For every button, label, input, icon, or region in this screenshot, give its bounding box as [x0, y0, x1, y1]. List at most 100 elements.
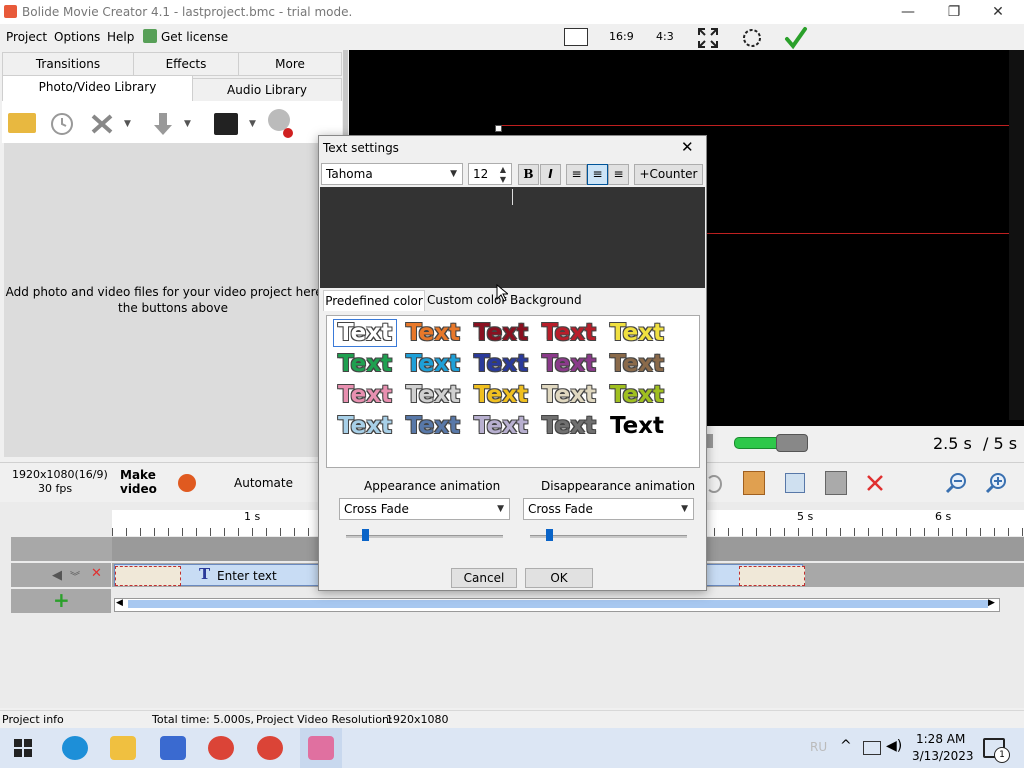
clock-date[interactable]: 3/13/2023 — [912, 749, 974, 763]
aspect-169-button[interactable]: 16:9 — [609, 30, 634, 43]
text-box-handle[interactable] — [495, 125, 502, 132]
color-preset-swatch[interactable]: Text — [469, 350, 533, 378]
cancel-button[interactable]: Cancel — [451, 568, 517, 588]
font-size-stepper[interactable]: 12 ▲ ▼ — [468, 163, 512, 185]
align-center-button[interactable]: ≡ — [587, 164, 608, 185]
movie-creator-taskbar-icon[interactable] — [308, 736, 334, 760]
close-button[interactable]: ✕ — [978, 2, 1018, 22]
color-preset-swatch[interactable]: Text — [469, 319, 533, 347]
aspect-auto-button[interactable] — [564, 28, 588, 46]
delete-x-icon[interactable] — [90, 113, 114, 135]
fullscreen-icon[interactable] — [697, 27, 719, 49]
network-icon[interactable] — [863, 741, 881, 755]
disappearance-select[interactable]: Cross Fade ▼ — [523, 498, 694, 520]
font-family-select[interactable]: Tahoma ▼ — [321, 163, 463, 185]
make-video-line1[interactable]: Make — [120, 468, 156, 482]
clip-fade-out[interactable] — [739, 566, 805, 586]
preview-scrollbar[interactable] — [1009, 50, 1024, 420]
chevron-down-icon[interactable]: ▼ — [184, 119, 191, 129]
aspect-43-button[interactable]: 4:3 — [656, 30, 674, 43]
chrome-profile-icon[interactable] — [257, 736, 283, 760]
clock-icon[interactable] — [50, 112, 74, 136]
minimize-button[interactable]: — — [888, 2, 928, 22]
tab-custom-color[interactable]: Custom color — [427, 293, 506, 307]
color-preset-swatch[interactable]: Text — [537, 381, 601, 409]
text-input-area[interactable] — [320, 187, 705, 288]
italic-button[interactable]: I — [540, 164, 561, 185]
mute-icon[interactable]: ◀ — [52, 568, 62, 583]
open-folder-icon[interactable] — [8, 113, 36, 133]
film-icon[interactable] — [214, 113, 238, 135]
color-preset-swatch[interactable]: Text — [469, 381, 533, 409]
volume-icon[interactable]: ◀) — [886, 738, 902, 754]
appearance-speed-track[interactable] — [346, 535, 503, 538]
tab-audio-library[interactable]: Audio Library — [192, 78, 342, 102]
clipboard-icon[interactable] — [825, 471, 847, 495]
media-library-panel[interactable]: Add photo and video files for your video… — [4, 143, 342, 457]
record-button-icon[interactable] — [178, 474, 196, 492]
color-preset-swatch[interactable]: Text — [401, 319, 465, 347]
color-preset-swatch[interactable]: Text — [469, 412, 533, 440]
align-left-button[interactable]: ≡ — [566, 164, 587, 185]
bold-button[interactable]: B — [518, 164, 539, 185]
delete-red-x-icon[interactable] — [866, 474, 884, 492]
color-preset-swatch[interactable]: Text — [401, 412, 465, 440]
stepper-arrows-icon[interactable]: ▲ ▼ — [500, 165, 506, 185]
make-video-line2[interactable]: video — [120, 482, 157, 496]
appearance-speed-thumb[interactable] — [362, 529, 369, 541]
maximize-button[interactable]: ❐ — [934, 2, 974, 22]
undo-icon[interactable] — [706, 475, 722, 493]
collapse-icon[interactable]: ︾ — [70, 568, 80, 583]
store-icon[interactable] — [160, 736, 186, 760]
color-preset-swatch[interactable]: Text — [605, 381, 669, 409]
tab-more[interactable]: More — [238, 52, 342, 76]
clip-fade-in[interactable] — [115, 566, 181, 586]
fps-label[interactable]: 30 fps — [38, 482, 72, 495]
scrollbar-thumb[interactable] — [128, 600, 988, 608]
checkmark-icon[interactable] — [784, 26, 808, 50]
dialog-close-button[interactable]: ✕ — [681, 138, 694, 156]
file-explorer-icon[interactable] — [110, 736, 136, 760]
color-preset-swatch[interactable]: Text — [333, 319, 397, 347]
menu-project[interactable]: Project — [6, 30, 47, 44]
language-indicator[interactable]: RU — [810, 740, 827, 754]
clock-time[interactable]: 1:28 AM — [916, 732, 965, 746]
align-right-button[interactable]: ≡ — [608, 164, 629, 185]
copy-icon[interactable] — [785, 473, 805, 493]
color-preset-swatch[interactable]: Text — [605, 319, 669, 347]
color-preset-swatch[interactable]: Text — [605, 350, 669, 378]
tab-predefined-color[interactable]: Predefined color — [323, 290, 425, 311]
loop-icon[interactable] — [741, 27, 763, 49]
counter-button[interactable]: +Counter — [634, 164, 703, 185]
tab-effects[interactable]: Effects — [133, 52, 239, 76]
automate-button[interactable]: Automate — [234, 476, 293, 490]
color-preset-swatch[interactable]: Text — [401, 381, 465, 409]
tab-photo-video-library[interactable]: Photo/Video Library — [2, 75, 193, 102]
resolution-label[interactable]: 1920x1080(16/9) — [12, 468, 108, 481]
tab-transitions[interactable]: Transitions — [2, 52, 134, 76]
color-preset-swatch[interactable]: Text — [537, 319, 601, 347]
arrow-down-icon[interactable] — [152, 111, 174, 137]
appearance-select[interactable]: Cross Fade ▼ — [339, 498, 510, 520]
disappearance-speed-thumb[interactable] — [546, 529, 553, 541]
color-preset-swatch[interactable]: Text — [537, 350, 601, 378]
menu-help[interactable]: Help — [107, 30, 134, 44]
add-track-icon[interactable]: + — [53, 590, 70, 610]
chrome-icon[interactable] — [208, 736, 234, 760]
scrollbar-right-arrow[interactable]: ▶ — [988, 598, 995, 608]
color-preset-swatch[interactable]: Text — [537, 412, 601, 440]
scrollbar-left-arrow[interactable]: ◀ — [116, 598, 123, 608]
remove-track-icon[interactable]: ✕ — [91, 566, 102, 581]
disappearance-speed-track[interactable] — [530, 535, 687, 538]
chevron-down-icon[interactable]: ▼ — [124, 119, 131, 129]
get-license-link[interactable]: Get license — [161, 30, 228, 44]
chevron-up-icon[interactable]: ^ — [840, 738, 852, 754]
zoom-in-icon[interactable] — [984, 471, 1008, 495]
chevron-down-icon[interactable]: ▼ — [249, 119, 256, 129]
tab-background[interactable]: Background — [510, 293, 582, 307]
volume-slider-thumb[interactable] — [776, 434, 808, 452]
color-preset-swatch[interactable]: Text — [333, 412, 397, 440]
ok-button[interactable]: OK — [525, 568, 593, 588]
windows-start-icon[interactable] — [14, 739, 32, 757]
color-preset-swatch[interactable]: Text — [605, 412, 669, 440]
